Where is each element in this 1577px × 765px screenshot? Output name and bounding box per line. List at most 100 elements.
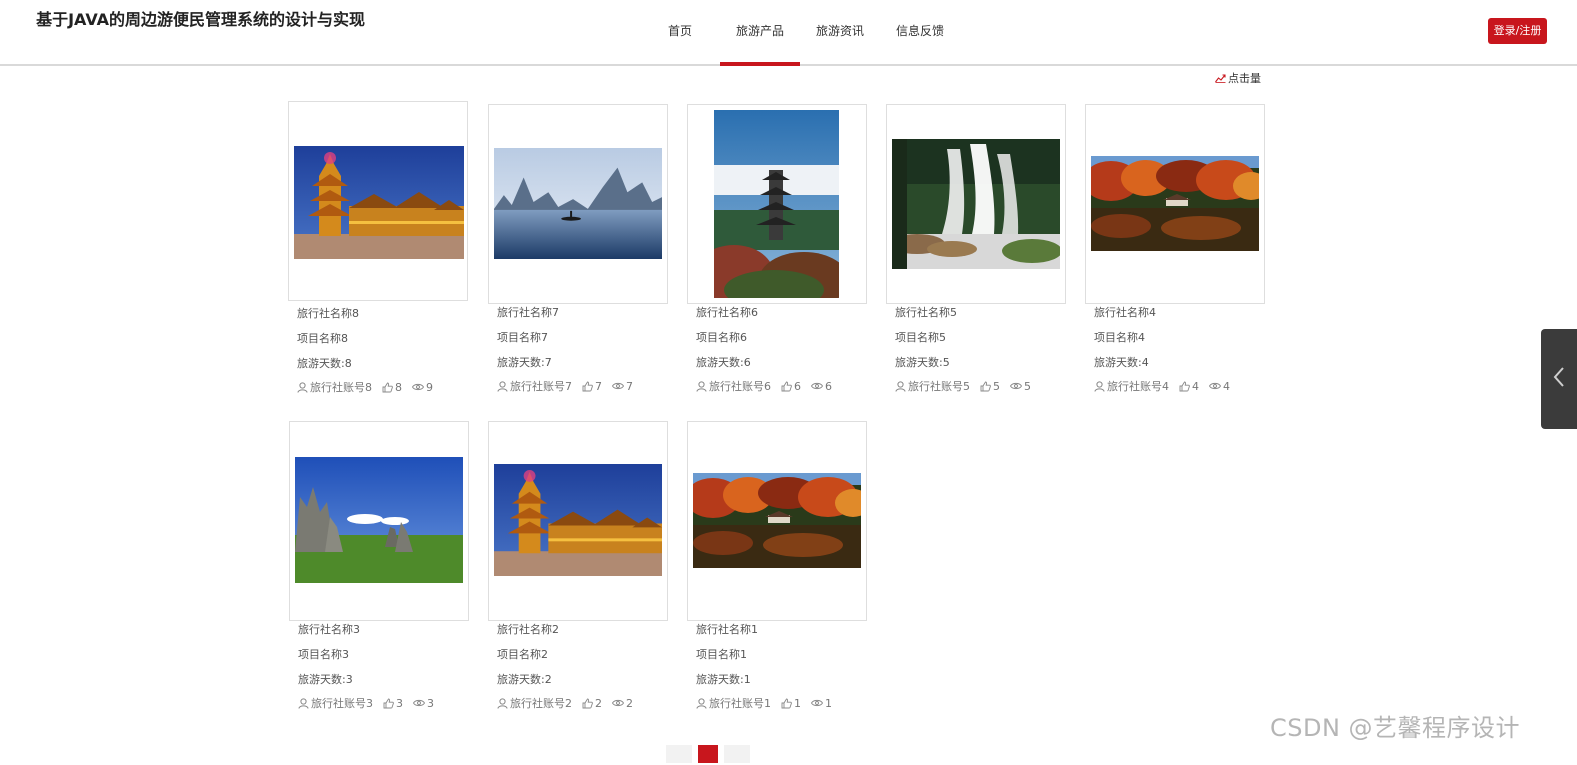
product-card[interactable]: 旅行社名称1 项目名称1 旅游天数:1 旅行社账号1 1 1 <box>687 421 887 721</box>
eye-icon <box>413 699 425 707</box>
agency-name: 旅行社名称2 <box>497 623 559 636</box>
product-meta: 旅行社账号7 7 7 <box>497 378 643 394</box>
like-count: 8 <box>395 380 402 394</box>
view-count: 2 <box>626 696 633 710</box>
page-first[interactable] <box>640 745 660 763</box>
product-image-frame[interactable] <box>488 104 668 304</box>
product-image[interactable] <box>694 110 849 303</box>
project-name: 项目名称1 <box>696 648 747 661</box>
product-meta: 旅行社账号3 3 3 <box>298 695 444 711</box>
nav-feedback[interactable]: 信息反馈 <box>880 0 960 64</box>
product-meta: 旅行社账号8 8 9 <box>297 379 443 395</box>
eye-icon <box>811 382 823 390</box>
like-count: 2 <box>595 696 602 710</box>
product-card[interactable]: 旅行社名称3 项目名称3 旅游天数:3 旅行社账号3 3 3 <box>289 421 489 721</box>
user-icon <box>298 697 309 709</box>
page-prev[interactable] <box>665 745 692 763</box>
product-image[interactable] <box>295 457 463 583</box>
top-header: 基于JAVA的周边游便民管理系统的设计与实现 首页 旅游产品 旅游资讯 信息反馈… <box>0 0 1577 66</box>
like-count: 1 <box>794 696 801 710</box>
travel-days: 旅游天数:4 <box>1094 356 1149 369</box>
side-drawer-toggle[interactable] <box>1541 329 1577 429</box>
sort-by-clicks[interactable]: 点击量 <box>1215 70 1261 86</box>
product-image[interactable] <box>494 148 662 259</box>
travel-days: 旅游天数:5 <box>895 356 950 369</box>
agency-account: 旅行社账号2 <box>510 697 572 710</box>
product-card[interactable]: 旅行社名称2 项目名称2 旅游天数:2 旅行社账号2 2 2 <box>488 421 688 721</box>
pagination <box>640 745 776 765</box>
thumbs-up-icon[interactable] <box>1179 381 1190 392</box>
product-image-frame[interactable] <box>289 421 469 621</box>
product-card[interactable]: 旅行社名称6 项目名称6 旅游天数:6 旅行社账号6 6 6 <box>687 104 887 404</box>
product-image-frame[interactable] <box>288 101 468 301</box>
travel-days: 旅游天数:6 <box>696 356 751 369</box>
thumbs-up-icon[interactable] <box>980 381 991 392</box>
user-icon <box>297 381 308 393</box>
product-card[interactable]: 旅行社名称8 项目名称8 旅游天数:8 旅行社账号8 8 9 <box>288 101 488 401</box>
eye-icon <box>612 699 624 707</box>
product-image-frame[interactable] <box>687 421 867 621</box>
product-image-frame[interactable] <box>488 421 668 621</box>
agency-name: 旅行社名称5 <box>895 306 957 319</box>
project-name: 项目名称4 <box>1094 331 1145 344</box>
product-image[interactable] <box>494 464 662 576</box>
eye-icon <box>1209 382 1221 390</box>
thumbs-up-icon[interactable] <box>582 381 593 392</box>
page-current[interactable] <box>698 745 718 763</box>
eye-icon <box>412 383 424 391</box>
travel-days: 旅游天数:1 <box>696 673 751 686</box>
chevron-left-icon <box>1553 366 1565 392</box>
project-name: 项目名称2 <box>497 648 548 661</box>
product-image[interactable] <box>889 139 1062 269</box>
product-card[interactable]: 旅行社名称4 项目名称4 旅游天数:4 旅行社账号4 4 4 <box>1085 104 1285 404</box>
product-image-frame[interactable] <box>687 104 867 304</box>
nav-travel-news[interactable]: 旅游资讯 <box>800 0 880 64</box>
eye-icon <box>612 382 624 390</box>
nav-home[interactable]: 首页 <box>640 0 720 64</box>
project-name: 项目名称7 <box>497 331 548 344</box>
travel-days: 旅游天数:7 <box>497 356 552 369</box>
product-image-frame[interactable] <box>1085 104 1265 304</box>
user-icon <box>497 380 508 392</box>
product-meta: 旅行社账号1 1 1 <box>696 695 842 711</box>
product-card[interactable]: 旅行社名称5 项目名称5 旅游天数:5 旅行社账号5 5 5 <box>886 104 1086 404</box>
thumbs-up-icon[interactable] <box>382 382 393 393</box>
travel-days: 旅游天数:2 <box>497 673 552 686</box>
thumbs-up-icon[interactable] <box>582 698 593 709</box>
agency-name: 旅行社名称6 <box>696 306 758 319</box>
view-count: 4 <box>1223 379 1230 393</box>
user-icon <box>1094 380 1105 392</box>
agency-account: 旅行社账号5 <box>908 380 970 393</box>
view-count: 6 <box>825 379 832 393</box>
project-name: 项目名称8 <box>297 332 348 345</box>
product-meta: 旅行社账号4 4 4 <box>1094 378 1240 394</box>
travel-days: 旅游天数:8 <box>297 357 352 370</box>
page-next[interactable] <box>723 745 750 763</box>
product-image[interactable] <box>1086 156 1264 251</box>
thumbs-up-icon[interactable] <box>781 381 792 392</box>
project-name: 项目名称5 <box>895 331 946 344</box>
login-register-button[interactable]: 登录/注册 <box>1488 18 1547 44</box>
like-count: 4 <box>1192 379 1199 393</box>
travel-days: 旅游天数:3 <box>298 673 353 686</box>
main-nav: 首页 旅游产品 旅游资讯 信息反馈 <box>640 0 960 66</box>
site-title: 基于JAVA的周边游便民管理系统的设计与实现 <box>36 10 365 29</box>
thumbs-up-icon[interactable] <box>781 698 792 709</box>
agency-account: 旅行社账号8 <box>310 381 372 394</box>
product-image[interactable] <box>294 146 464 259</box>
user-icon <box>895 380 906 392</box>
thumbs-up-icon[interactable] <box>383 698 394 709</box>
product-image[interactable] <box>688 473 866 568</box>
product-card[interactable]: 旅行社名称7 项目名称7 旅游天数:7 旅行社账号7 7 7 <box>488 104 688 404</box>
view-count: 9 <box>426 380 433 394</box>
nav-travel-products[interactable]: 旅游产品 <box>720 0 800 66</box>
product-meta: 旅行社账号5 5 5 <box>895 378 1041 394</box>
user-icon <box>696 380 707 392</box>
agency-account: 旅行社账号7 <box>510 380 572 393</box>
agency-name: 旅行社名称7 <box>497 306 559 319</box>
view-count: 1 <box>825 696 832 710</box>
agency-account: 旅行社账号6 <box>709 380 771 393</box>
product-image-frame[interactable] <box>886 104 1066 304</box>
watermark: CSDN @艺馨程序设计 <box>1270 714 1521 742</box>
page-last[interactable] <box>756 745 776 763</box>
